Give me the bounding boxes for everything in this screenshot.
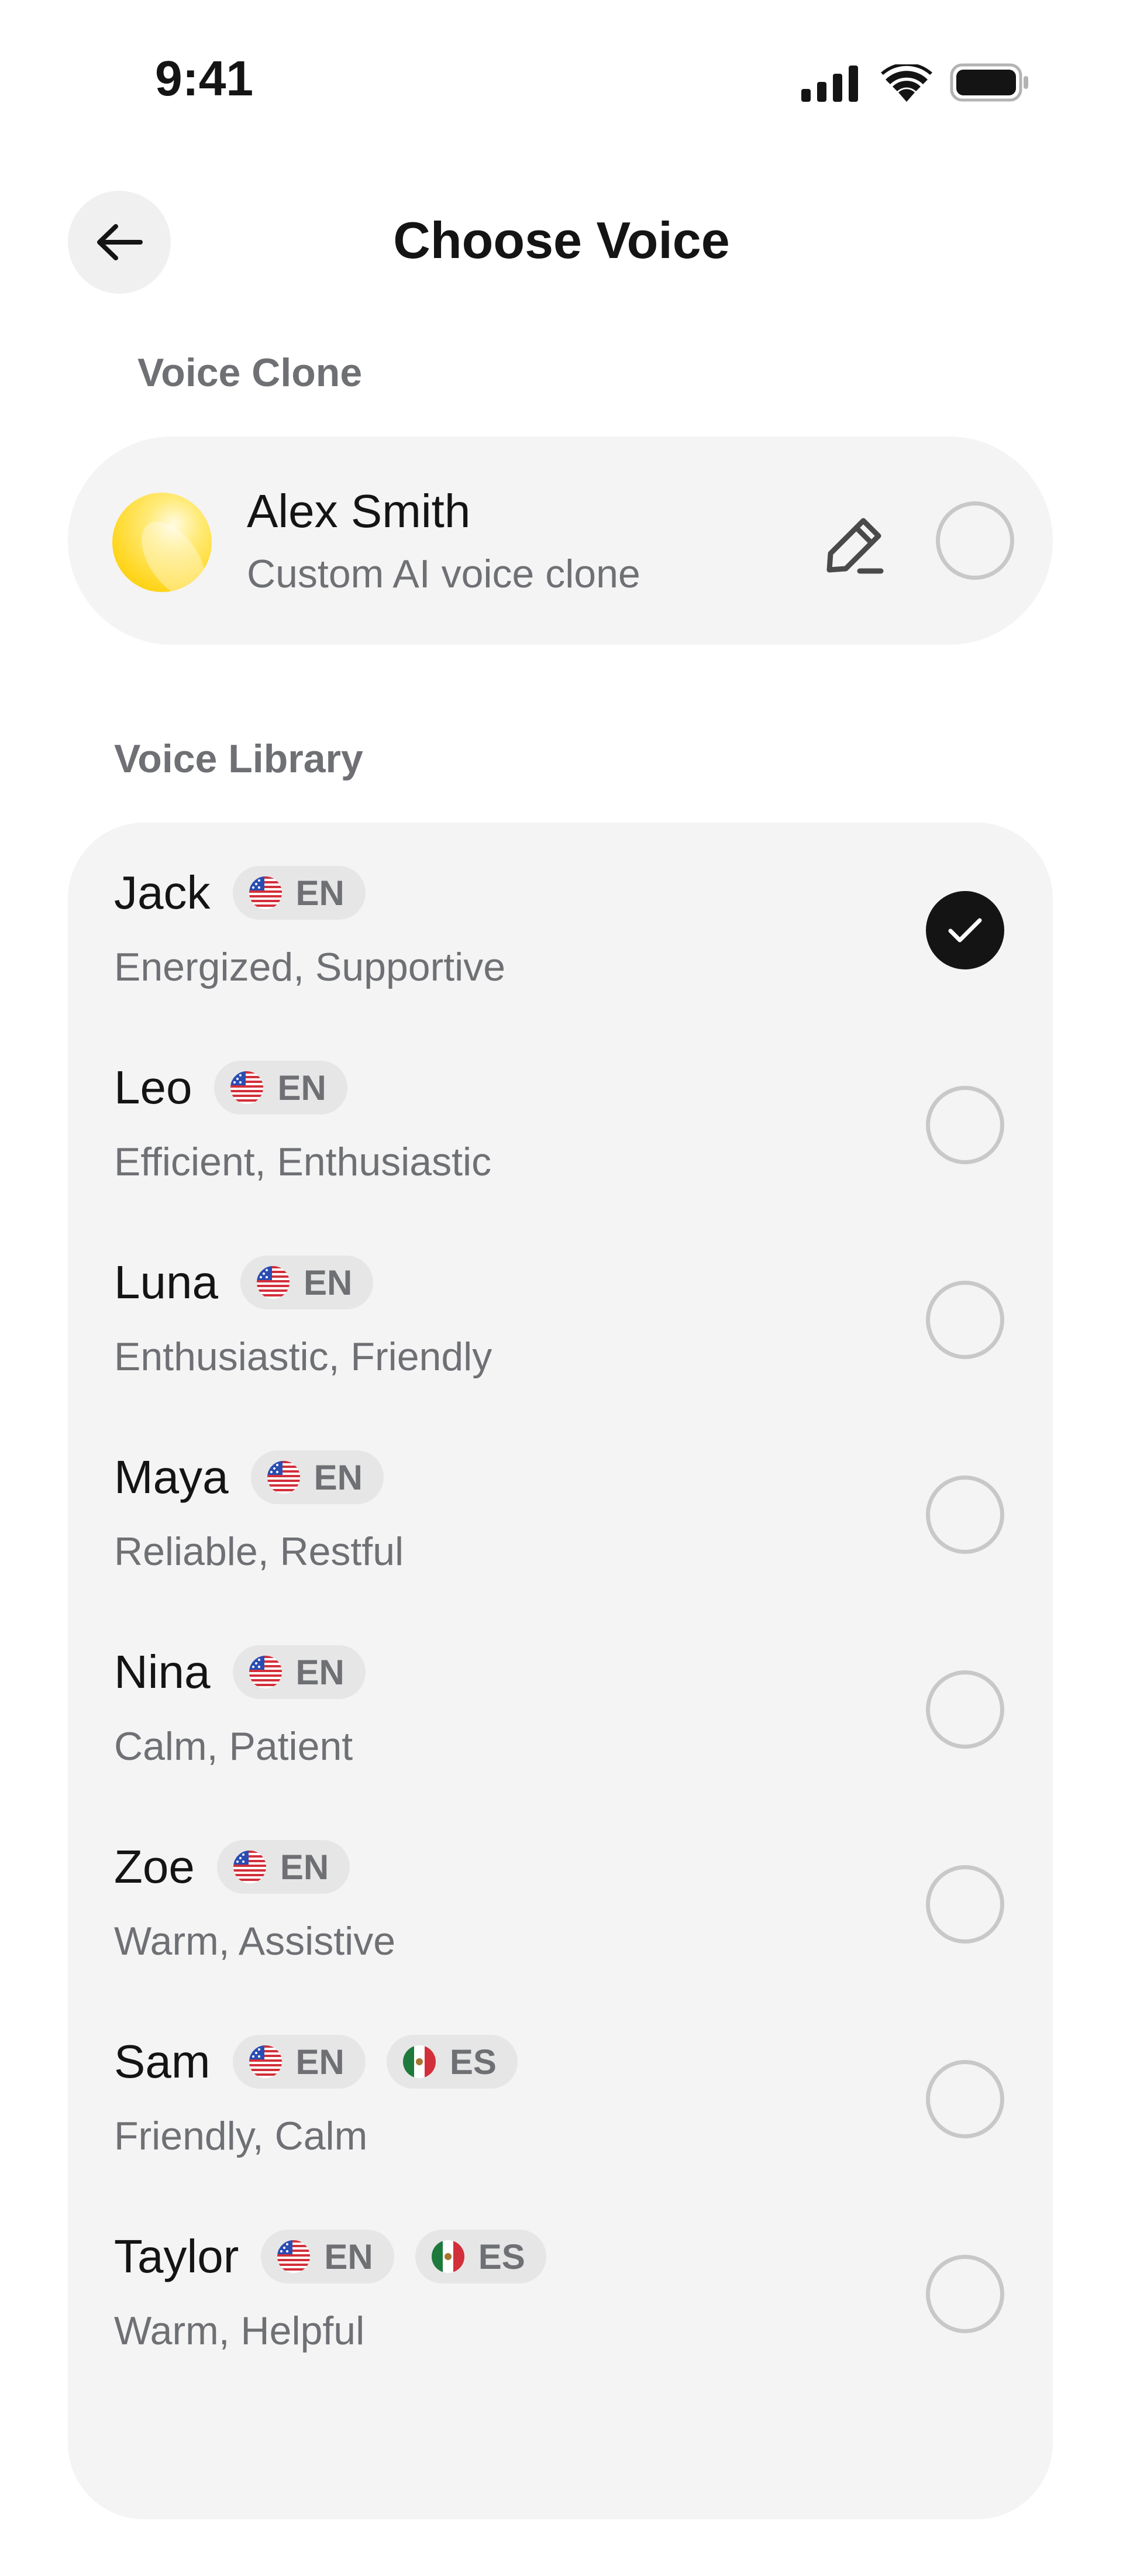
voice-description: Efficient, Enthusiastic bbox=[114, 1140, 492, 1184]
language-badge: ES bbox=[386, 2035, 518, 2089]
voice-name: Sam bbox=[114, 2035, 211, 2087]
voice-row-jack[interactable]: Jack EN Energized, Supportive bbox=[68, 823, 1053, 1017]
voice-row-maya[interactable]: Maya EN Reliable, Restful bbox=[68, 1407, 1053, 1602]
voice-row-leo[interactable]: Leo EN Efficient, Enthusiastic bbox=[68, 1017, 1053, 1212]
voice-row-nina[interactable]: Nina EN Calm, Patient bbox=[68, 1602, 1053, 1797]
voice-radio[interactable] bbox=[926, 1281, 1004, 1359]
voice-name-line: Leo EN bbox=[114, 1061, 347, 1115]
voice-name: Taylor bbox=[114, 2230, 239, 2282]
wifi-icon bbox=[881, 64, 932, 102]
voice-radio[interactable] bbox=[926, 1086, 1004, 1164]
voice-radio[interactable] bbox=[926, 2060, 1004, 2138]
voice-row-taylor[interactable]: Taylor EN ES Warm, Helpful bbox=[68, 2186, 1053, 2381]
voice-name-line: Sam EN ES bbox=[114, 2035, 518, 2089]
voice-name: Maya bbox=[114, 1451, 229, 1503]
checkmark-icon bbox=[948, 918, 982, 943]
us-flag-icon bbox=[267, 1461, 300, 1494]
language-code: EN bbox=[280, 1847, 329, 1887]
us-flag-icon bbox=[249, 876, 282, 909]
voice-library-section-label: Voice Library bbox=[114, 737, 363, 781]
language-code: EN bbox=[295, 873, 345, 913]
voice-radio[interactable] bbox=[926, 1865, 1004, 1944]
voice-radio[interactable] bbox=[926, 2255, 1004, 2333]
voice-clone-name: Alex Smith bbox=[247, 485, 471, 537]
voice-description: Warm, Assistive bbox=[114, 1919, 396, 1963]
battery-icon bbox=[950, 63, 1028, 102]
voice-row-sam[interactable]: Sam EN ES Friendly, Calm bbox=[68, 1992, 1053, 2186]
voice-name: Leo bbox=[114, 1061, 192, 1113]
us-flag-icon bbox=[256, 1266, 290, 1299]
voice-description: Enthusiastic, Friendly bbox=[114, 1335, 492, 1379]
voice-clone-card[interactable]: Alex Smith Custom AI voice clone bbox=[68, 436, 1053, 645]
voice-name-line: Nina EN bbox=[114, 1645, 366, 1699]
language-badge: EN bbox=[214, 1061, 347, 1115]
voice-description: Warm, Helpful bbox=[114, 2309, 365, 2353]
mx-flag-icon bbox=[431, 2240, 464, 2273]
mx-flag-icon bbox=[402, 2045, 436, 2078]
language-code: EN bbox=[295, 2042, 345, 2082]
voice-name: Zoe bbox=[114, 1841, 195, 1893]
us-flag-icon bbox=[249, 1656, 282, 1688]
voice-name: Luna bbox=[114, 1256, 218, 1308]
status-time: 9:41 bbox=[155, 51, 254, 106]
voice-description: Reliable, Restful bbox=[114, 1529, 404, 1574]
language-badge: EN bbox=[232, 866, 366, 920]
voice-clone-avatar bbox=[112, 493, 212, 592]
language-code: EN bbox=[303, 1263, 353, 1302]
voice-clone-radio[interactable] bbox=[936, 501, 1014, 580]
language-badge: EN bbox=[261, 2230, 394, 2283]
edit-pencil-icon[interactable] bbox=[822, 513, 887, 577]
voice-row-partial[interactable] bbox=[68, 2381, 1053, 2576]
voice-description: Energized, Supportive bbox=[114, 945, 506, 989]
voice-clone-description: Custom AI voice clone bbox=[247, 552, 640, 596]
language-code: EN bbox=[324, 2237, 373, 2276]
voice-name-line: Taylor EN ES bbox=[114, 2230, 546, 2283]
voice-name-line: Luna EN bbox=[114, 1256, 374, 1309]
voice-row-zoe[interactable]: Zoe EN Warm, Assistive bbox=[68, 1797, 1053, 1992]
cellular-signal-icon bbox=[801, 66, 858, 102]
language-badge: EN bbox=[250, 1450, 384, 1504]
language-code: ES bbox=[449, 2042, 497, 2082]
status-icons bbox=[801, 63, 1029, 104]
us-flag-icon bbox=[230, 1071, 264, 1104]
voice-library-list: Jack EN Energized, Supportive Leo EN Efficien… bbox=[68, 823, 1053, 2519]
language-badge: ES bbox=[415, 2230, 546, 2283]
voice-description: Friendly, Calm bbox=[114, 2114, 368, 2158]
us-flag-icon bbox=[249, 2045, 282, 2078]
language-code: EN bbox=[277, 1068, 326, 1108]
page-title: Choose Voice bbox=[393, 211, 730, 269]
language-badge: EN bbox=[240, 1256, 374, 1309]
voice-name-line: Maya EN bbox=[114, 1450, 384, 1504]
voice-name: Jack bbox=[114, 866, 211, 919]
voice-row-luna[interactable]: Luna EN Enthusiastic, Friendly bbox=[68, 1212, 1053, 1407]
language-code: EN bbox=[295, 1652, 345, 1692]
voice-description: Calm, Patient bbox=[114, 1724, 353, 1769]
voice-radio[interactable] bbox=[926, 891, 1004, 969]
language-code: EN bbox=[314, 1457, 363, 1497]
us-flag-icon bbox=[233, 1851, 266, 1883]
voice-name-line: Jack EN bbox=[114, 866, 366, 920]
voice-name: Nina bbox=[114, 1646, 211, 1698]
language-badge: EN bbox=[216, 1840, 350, 1894]
voice-clone-section-label: Voice Clone bbox=[137, 350, 363, 395]
language-code: ES bbox=[478, 2237, 525, 2276]
us-flag-icon bbox=[277, 2240, 311, 2273]
voice-radio[interactable] bbox=[926, 1476, 1004, 1554]
language-badge: EN bbox=[232, 1645, 366, 1699]
voice-radio[interactable] bbox=[926, 1670, 1004, 1749]
language-badge: EN bbox=[232, 2035, 366, 2089]
voice-name-line: Zoe EN bbox=[114, 1840, 350, 1894]
